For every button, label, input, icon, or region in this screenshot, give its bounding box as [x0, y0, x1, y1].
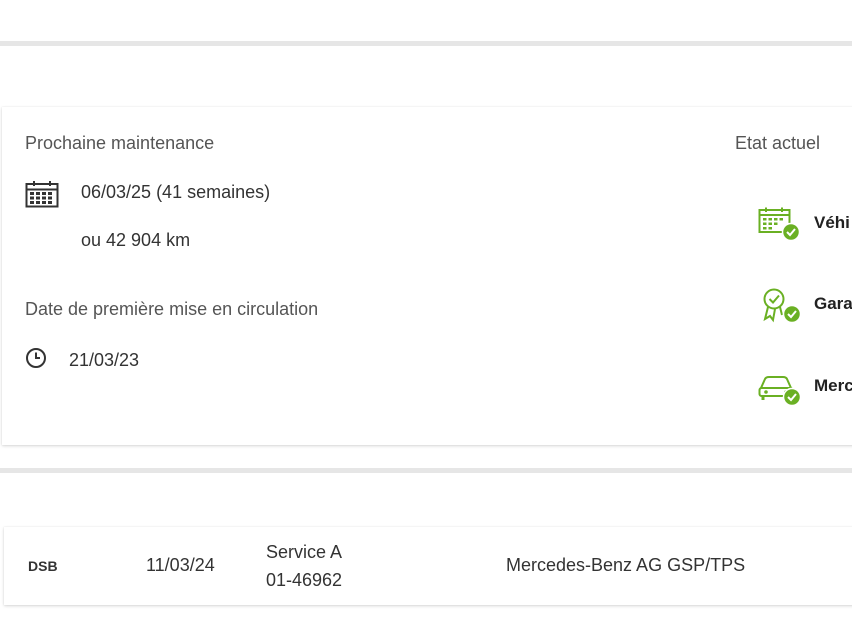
row-date: 11/03/24	[146, 555, 215, 575]
clock-icon	[26, 348, 46, 368]
table-row[interactable]: DSB 11/03/24 Service A 01-46962 Mercedes…	[4, 527, 852, 605]
first-registration-label: Date de première mise en circulation	[25, 299, 319, 319]
current-status-title: Etat actuel	[735, 133, 821, 153]
middle-divider	[0, 468, 852, 473]
status-item-mercedes: Merc	[814, 376, 852, 395]
row-service-name: Service A	[266, 542, 343, 562]
status-item-vehicle: Véhi	[814, 213, 850, 232]
history-card: DSB 11/03/24 Service A 01-46962 Mercedes…	[4, 527, 852, 605]
first-registration-date: 21/03/23	[69, 350, 140, 370]
row-service-code: 01-46962	[266, 570, 343, 590]
top-divider	[0, 41, 852, 46]
maintenance-card: Prochaine maintenance 06/03/25 (41 semai…	[2, 107, 852, 445]
calendar-check-icon	[758, 207, 800, 241]
row-workshop: Mercedes-Benz AG GSP/TPS	[506, 555, 746, 575]
next-maintenance-date: 06/03/25 (41 semaines)	[81, 182, 271, 202]
status-item-warranty: Gara	[814, 294, 852, 313]
next-maintenance-km: ou 42 904 km	[81, 230, 191, 250]
calendar-icon	[25, 181, 59, 208]
next-maintenance-label: Prochaine maintenance	[25, 133, 215, 153]
warranty-badge-check-icon	[763, 288, 802, 323]
row-source: DSB	[28, 558, 58, 574]
car-check-icon	[758, 376, 802, 407]
